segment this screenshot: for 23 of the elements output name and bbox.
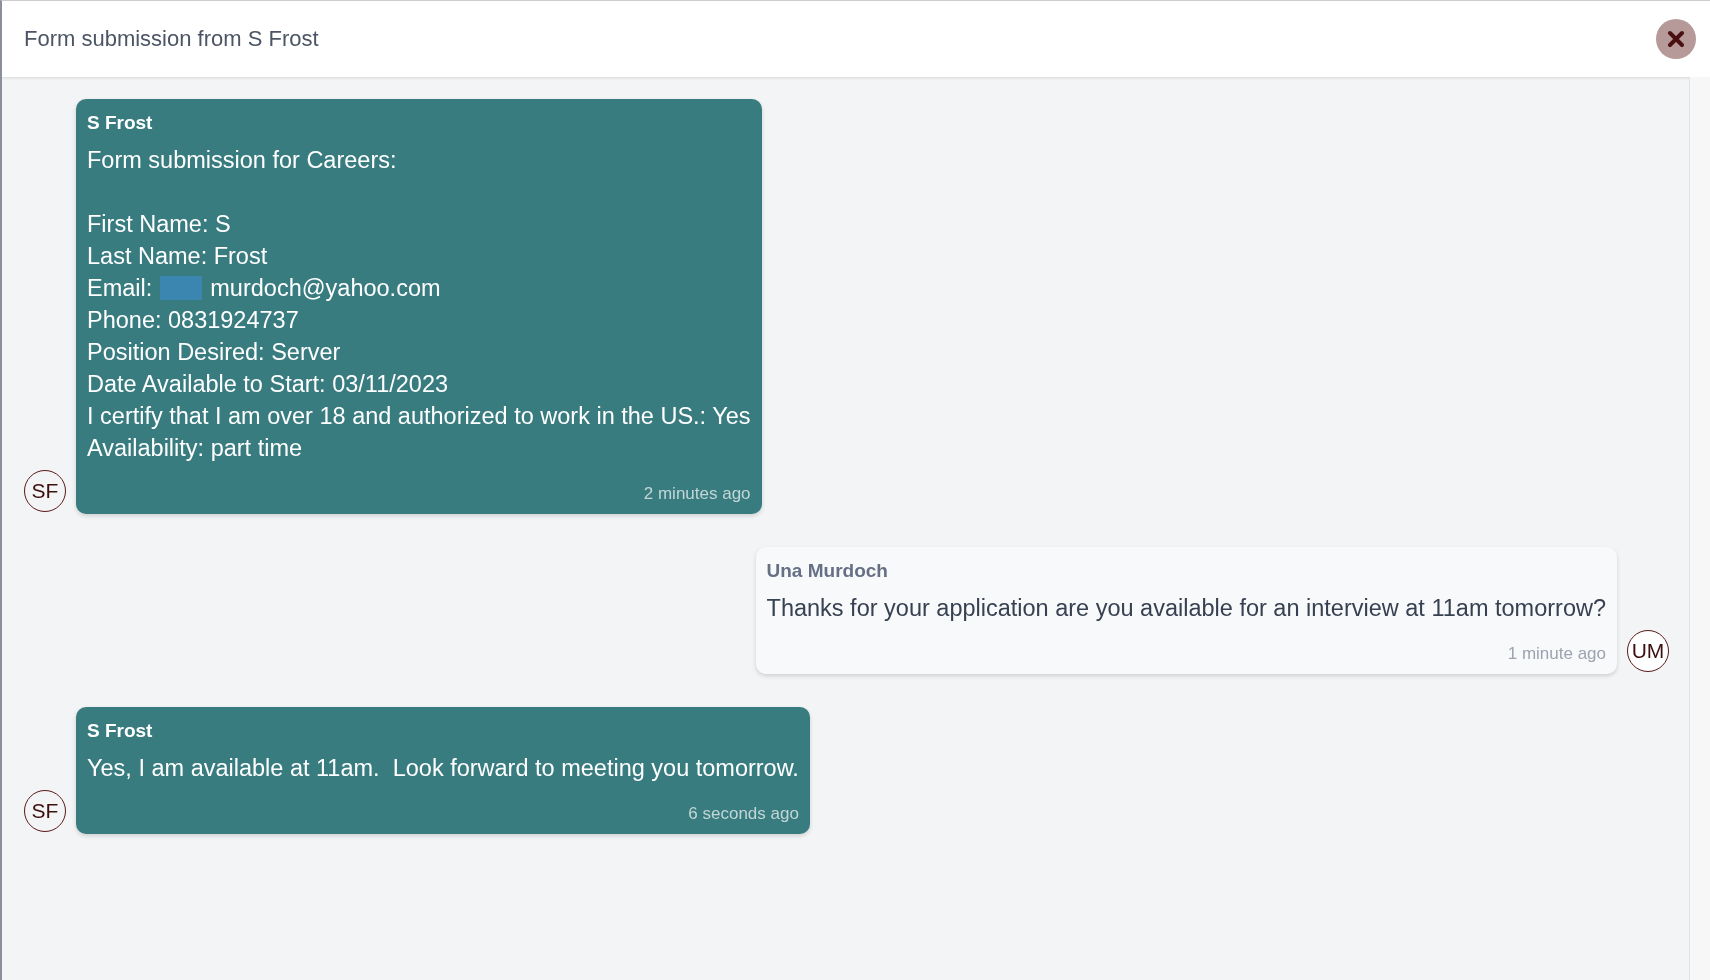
message-line: Availability: part time xyxy=(87,434,303,463)
redaction-block xyxy=(160,276,203,300)
message-line: I certify that I am over 18 and authorized to work in the US.: Yes xyxy=(87,402,751,431)
sender-name: S Frost xyxy=(87,112,153,134)
message-line: First Name: S xyxy=(87,210,231,239)
message-line: Form submission for Careers: xyxy=(87,146,397,175)
message-line: Phone: 0831924737 xyxy=(87,306,299,335)
message-line: Position Desired: Server xyxy=(87,338,341,367)
message-line: Thanks for your application are you available for an interview at 11am tomorrow? xyxy=(766,594,1606,623)
message-line: Email: xyxy=(87,274,153,303)
sender-name: S Frost xyxy=(87,720,153,742)
close-icon xyxy=(1666,29,1686,49)
close-button[interactable] xyxy=(1656,19,1696,59)
message-line: Last Name: Frost xyxy=(87,242,268,271)
message-time: 2 minutes ago xyxy=(643,484,751,504)
sender-name: Una Murdoch xyxy=(766,560,888,582)
message-time: 6 seconds ago xyxy=(688,804,799,824)
message-line: Date Available to Start: 03/11/2023 xyxy=(87,370,449,399)
message-line: Yes, I am available at 11am. Look forward to meeting you tomorrow. xyxy=(87,754,799,783)
message-time: 1 minute ago xyxy=(1507,644,1606,664)
dialog-title: Form submission from S Frost xyxy=(24,26,319,52)
message-line: murdoch@yahoo.com xyxy=(210,274,441,303)
avatar: UM xyxy=(1627,630,1669,672)
